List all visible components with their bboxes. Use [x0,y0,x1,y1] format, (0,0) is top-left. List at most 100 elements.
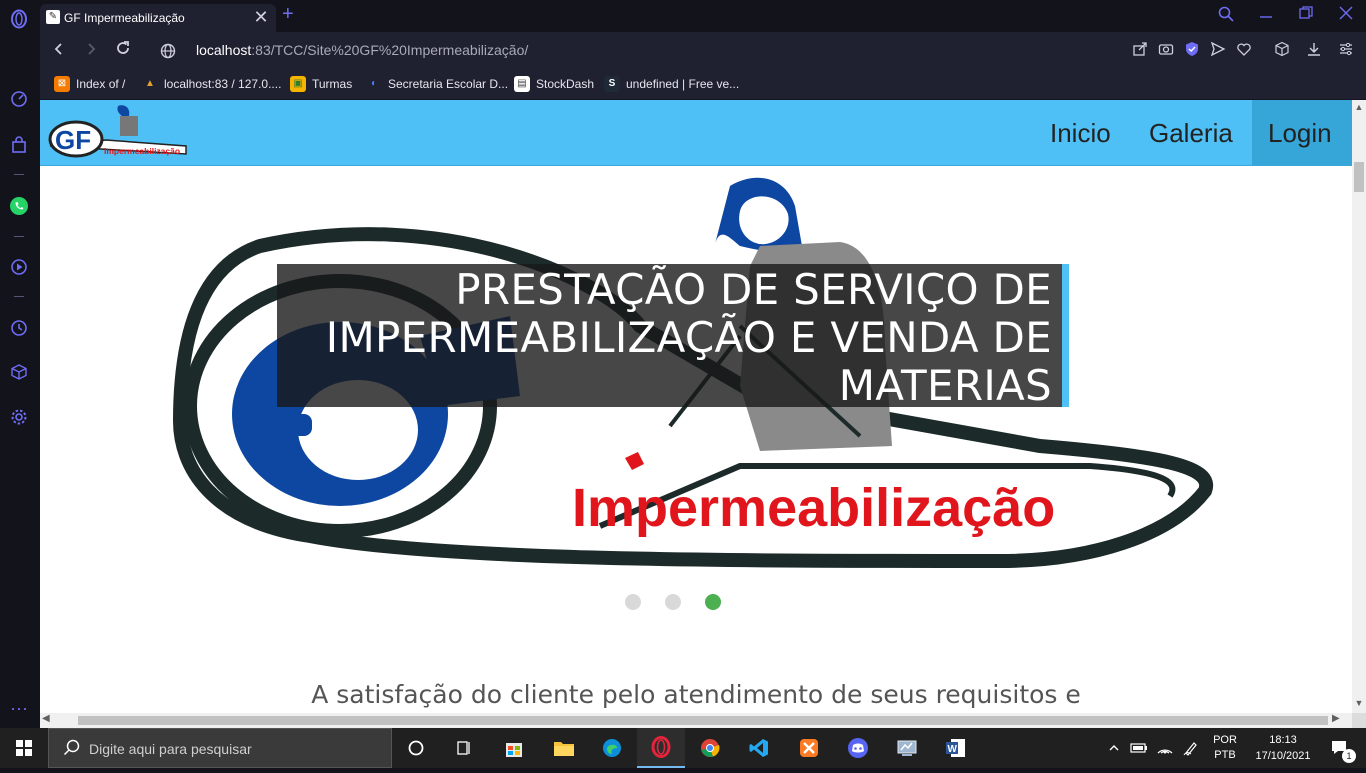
url-path: :83/TCC/Site%20GF%20Impermeabilização/ [251,42,529,58]
bookmark-label: StockDash [536,77,595,91]
scroll-right-icon[interactable]: ▶ [1332,713,1340,724]
clock-time: 18:13 [1269,734,1297,746]
close-window-icon[interactable] [1334,6,1358,24]
hero-caption: PRESTAÇÃO DE SERVIÇO DE IMPERMEABILIZAÇÃ… [277,264,1069,410]
menu-login-link[interactable]: Login [1252,100,1352,165]
new-tab-button[interactable]: + [282,3,294,26]
vscode-icon[interactable] [735,728,783,768]
svg-text:W: W [948,744,958,755]
hero-caption-line-2: IMPERMEABILIZAÇÃO E VENDA DE [325,313,1052,362]
tagline-text: A satisfação do cliente pelo atendimento… [311,680,1081,709]
scroll-up-icon[interactable]: ▲ [1354,102,1364,112]
windows-taskbar: Digite aqui para pesquisar W POR PTB 18:… [0,728,1366,768]
discord-icon[interactable] [834,728,882,768]
send-icon[interactable] [1208,41,1228,59]
taskbar-search-box[interactable]: Digite aqui para pesquisar [48,728,392,768]
navigation-bar: localhost:83/TCC/Site%20GF%20Impermeabil… [40,32,1366,68]
easy-setup-icon[interactable] [1336,41,1356,59]
minimize-icon[interactable] [1254,6,1278,24]
carousel-dot-3-active[interactable] [705,594,721,610]
carousel-dot-2[interactable] [665,594,681,610]
phpmyadmin-icon: ▲ [145,78,155,89]
download-icon[interactable] [1304,41,1324,59]
bookmark-heart-icon[interactable] [1234,41,1254,59]
snapshot-camera-icon[interactable] [1156,41,1176,59]
tab-close-icon[interactable]: ✕ [252,7,270,27]
reload-icon[interactable] [112,40,134,62]
player-icon[interactable] [8,256,30,278]
address-field[interactable]: localhost:83/TCC/Site%20GF%20Impermeabil… [196,42,528,58]
bookmark-label: Secretaria Escolar D... [388,77,509,91]
extensions-icon[interactable] [1272,41,1292,59]
xampp-taskbar-icon[interactable] [785,728,833,768]
system-utility-icon[interactable] [883,728,931,768]
vpn-shield-icon[interactable] [1182,41,1202,59]
microsoft-store-icon[interactable] [490,728,538,768]
battery-icon[interactable] [1128,728,1150,768]
tray-chevron-up-icon[interactable] [1104,728,1124,768]
bookmark-label: Index of / [76,77,126,91]
sidebar-more-icon[interactable]: ··· [8,697,30,719]
url-host: localhost [196,42,252,58]
notifications-icon[interactable]: 1 [1320,728,1360,768]
hero-caption-line-3: MATERIAS [838,361,1052,410]
bookmark-label: undefined | Free ve... [626,77,740,91]
vertical-scrollbar[interactable]: ▲ ▼ [1352,100,1366,713]
opera-taskbar-icon[interactable] [637,728,685,768]
keyboard-layout: PTB [1214,749,1236,761]
document-icon: ▤ [514,76,530,92]
speed-dial-icon[interactable] [8,88,30,110]
site-logo[interactable]: GF Impermeabilização [46,102,192,160]
tab-search-icon[interactable] [1214,6,1238,26]
notifications-badge: 1 [1342,749,1356,763]
sidebar-divider [14,174,24,175]
clock[interactable]: 18:13 17/10/2021 [1248,728,1318,768]
extensions-cube-icon[interactable] [8,361,30,383]
bookmark-item[interactable]: ◐ Secretaria Escolar D... [366,75,508,93]
page-viewport: GF Impermeabilização Inicio Galeria Logi… [40,100,1352,713]
language-indicator[interactable]: POR PTB [1206,728,1244,768]
horizontal-scroll-thumb[interactable] [78,716,1328,725]
settings-gear-icon[interactable] [8,406,30,428]
scroll-left-icon[interactable]: ◀ [42,713,50,724]
edge-icon[interactable] [588,728,636,768]
restore-icon[interactable] [1294,6,1318,24]
bookmark-item[interactable]: ▲ localhost:83 / 127.0.... [142,75,281,93]
bookmarks-bar: ⊠ Index of / ▲ localhost:83 / 127.0.... … [40,68,1366,100]
pen-workspace-icon[interactable] [1180,728,1202,768]
search-icon [63,738,81,761]
back-icon[interactable] [48,40,70,62]
site-info-globe-icon[interactable] [160,43,176,64]
scroll-down-icon[interactable]: ▼ [1354,698,1364,708]
tab-title: GF Impermeabilização [64,11,185,25]
horizontal-scrollbar[interactable]: ◀ ▶ [40,713,1352,728]
menu-galeria-link[interactable]: Galeria [1133,100,1249,165]
clock-date: 17/10/2021 [1255,750,1311,762]
bookmark-item[interactable]: ▣ Turmas [290,75,352,93]
chrome-icon[interactable] [686,728,734,768]
file-explorer-icon[interactable] [540,728,588,768]
wifi-icon[interactable] [1154,728,1176,768]
forward-icon[interactable] [80,40,102,62]
carousel-dot-1[interactable] [625,594,641,610]
language-code: POR [1213,734,1237,746]
site-header: GF Impermeabilização Inicio Galeria Logi… [40,100,1352,166]
menu-inicio-link[interactable]: Inicio [1034,100,1127,165]
share-icon[interactable] [1130,41,1150,59]
windows-start-icon[interactable] [0,728,48,768]
bookmark-item[interactable]: ▤ StockDash [514,75,594,93]
history-icon[interactable] [8,317,30,339]
logo-initials: GF [55,125,91,155]
bookmark-item[interactable]: S undefined | Free ve... [604,75,739,93]
search-placeholder: Digite aqui para pesquisar [89,741,252,757]
whatsapp-icon[interactable] [8,195,30,217]
bookmark-item[interactable]: ⊠ Index of / [54,75,125,93]
task-view-icon[interactable] [440,728,488,768]
opera-menu-icon[interactable] [8,8,30,30]
xampp-icon: ⊠ [54,76,70,92]
shopping-bag-icon[interactable] [8,134,30,156]
cortana-icon[interactable] [392,728,440,768]
tab-gf-impermeabilizacao[interactable]: ✎ GF Impermeabilização ✕ [40,4,276,32]
word-icon[interactable]: W [932,728,980,768]
vertical-scroll-thumb[interactable] [1354,162,1364,192]
